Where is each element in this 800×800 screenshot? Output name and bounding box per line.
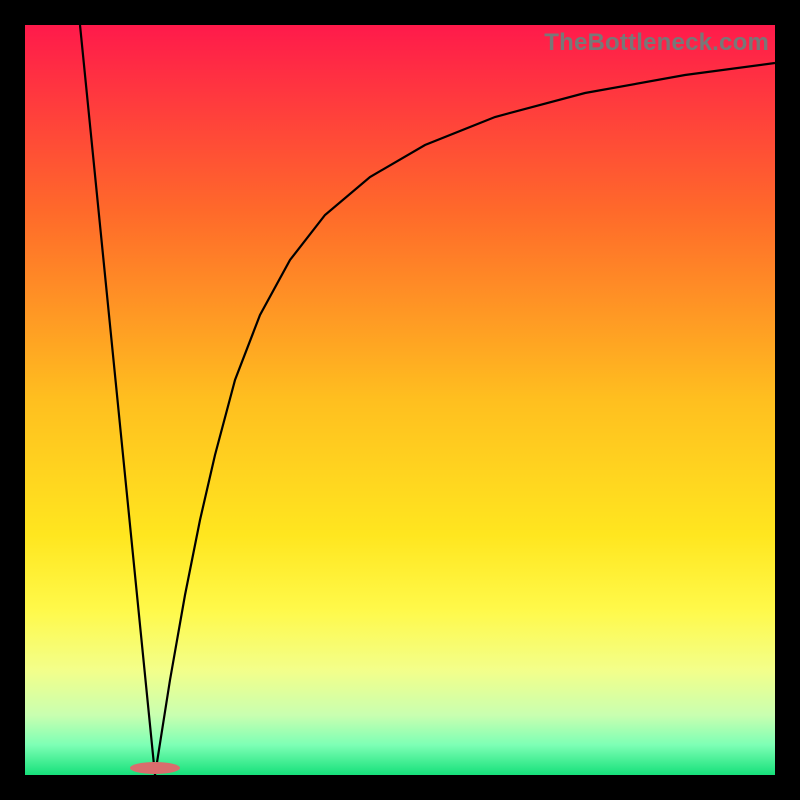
optimum-marker	[130, 762, 180, 774]
chart-frame: { "watermark": "TheBottleneck.com", "col…	[0, 0, 800, 800]
watermark-text: TheBottleneck.com	[544, 29, 769, 57]
plot-area: TheBottleneck.com	[25, 25, 775, 775]
background-gradient	[25, 25, 775, 775]
chart-svg	[25, 25, 775, 775]
